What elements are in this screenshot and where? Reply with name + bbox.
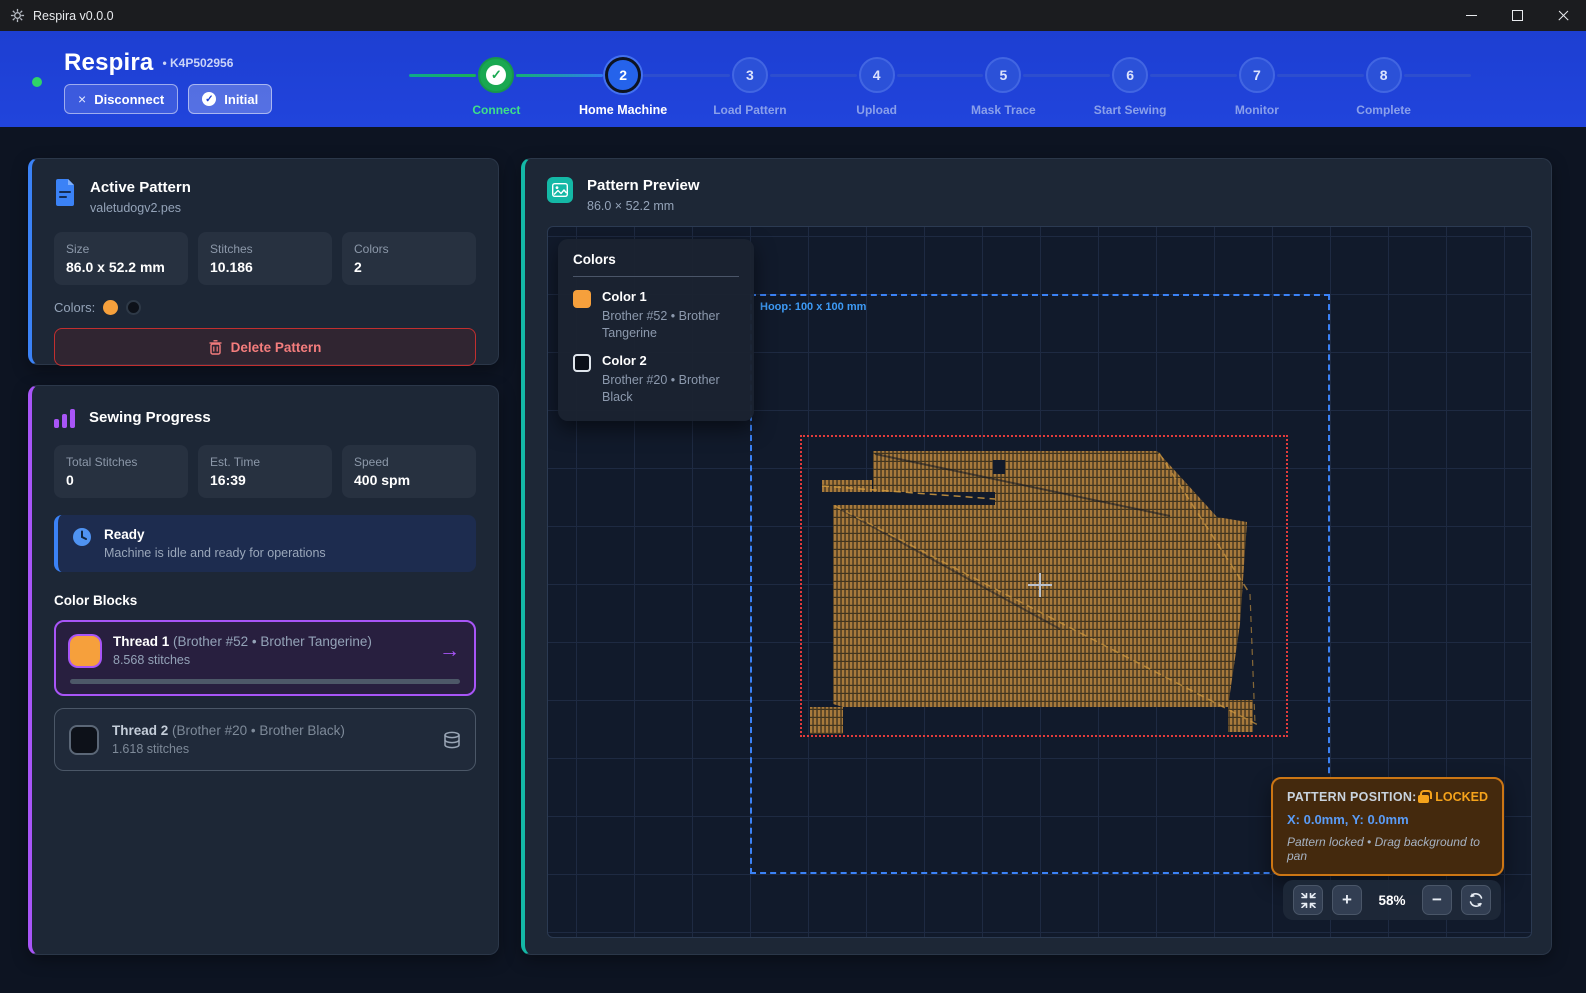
step-mask-trace: 5 Mask Trace bbox=[940, 57, 1067, 117]
stat-est-time: Est. Time 16:39 bbox=[198, 445, 332, 498]
step-start-sewing: 6 Start Sewing bbox=[1067, 57, 1194, 117]
locked-badge: LOCKED bbox=[1435, 790, 1488, 804]
initial-button[interactable]: ✓ Initial bbox=[188, 84, 272, 114]
wizard-stepper: ✓ Connect 2 Home Machine 3 Load Pattern … bbox=[433, 57, 1447, 117]
window-title: Respira v0.0.0 bbox=[33, 9, 114, 23]
legend-color-2: Color 2 Brother #20 • Brother Black bbox=[573, 353, 739, 406]
stat-stitches: Stitches 10.186 bbox=[198, 232, 332, 285]
stat-size: Size 86.0 x 52.2 mm bbox=[54, 232, 188, 285]
colors-label: Colors: bbox=[54, 300, 95, 315]
trash-icon bbox=[209, 340, 222, 355]
legend-swatch-black bbox=[573, 354, 591, 372]
machine-serial: • K4P502956 bbox=[162, 56, 233, 70]
image-icon bbox=[547, 177, 573, 203]
sewing-title: Sewing Progress bbox=[89, 409, 211, 426]
center-crosshair-icon bbox=[1028, 573, 1052, 597]
lock-icon bbox=[1418, 795, 1429, 803]
check-icon: ✓ bbox=[486, 65, 506, 85]
zoom-in-button[interactable]: + bbox=[1332, 885, 1362, 915]
step-load-pattern: 3 Load Pattern bbox=[687, 57, 814, 117]
active-pattern-title: Active Pattern bbox=[90, 179, 191, 196]
thread-1-row[interactable]: Thread 1 (Brother #52 • Brother Tangerin… bbox=[54, 620, 476, 696]
delete-pattern-button[interactable]: Delete Pattern bbox=[54, 328, 476, 366]
app-header: Respira • K4P502956 × Disconnect ✓ Initi… bbox=[0, 31, 1586, 127]
titlebar: Respira v0.0.0 bbox=[0, 0, 1586, 31]
color-dot-orange bbox=[103, 300, 118, 315]
bar-chart-icon bbox=[54, 408, 75, 428]
zoom-out-button[interactable]: − bbox=[1422, 885, 1452, 915]
color-blocks-title: Color Blocks bbox=[54, 593, 476, 608]
zoom-percent: 58% bbox=[1371, 893, 1413, 908]
preview-dims: 86.0 × 52.2 mm bbox=[587, 199, 700, 213]
pattern-position-overlay: PATTERN POSITION: LOCKED X: 0.0mm, Y: 0.… bbox=[1271, 777, 1504, 876]
compress-arrows-icon bbox=[1301, 893, 1316, 908]
file-icon bbox=[54, 179, 76, 206]
status-title: Ready bbox=[104, 527, 326, 542]
close-icon bbox=[1557, 9, 1570, 22]
clock-icon bbox=[72, 527, 92, 547]
legend-swatch-orange bbox=[573, 290, 591, 308]
step-upload: 4 Upload bbox=[813, 57, 940, 117]
pan-hint: Pattern locked • Drag background to pan bbox=[1287, 835, 1488, 863]
thread-1-progress-bar bbox=[70, 679, 460, 684]
preview-title: Pattern Preview bbox=[587, 177, 700, 194]
step-complete: 8 Complete bbox=[1320, 57, 1447, 117]
status-desc: Machine is idle and ready for operations bbox=[104, 546, 326, 560]
brand-name: Respira bbox=[64, 49, 153, 77]
legend-color-1: Color 1 Brother #52 • Brother Tangerine bbox=[573, 289, 739, 342]
thread-2-row[interactable]: Thread 2 (Brother #20 • Brother Black) 1… bbox=[54, 708, 476, 771]
step-home-circle[interactable]: 2 bbox=[605, 57, 641, 93]
step-monitor: 7 Monitor bbox=[1194, 57, 1321, 117]
zoom-toolbar: + 58% − bbox=[1283, 880, 1501, 920]
arrow-right-icon: → bbox=[439, 639, 460, 663]
stat-speed: Speed 400 spm bbox=[342, 445, 476, 498]
thread-1-swatch bbox=[70, 636, 100, 666]
minimize-icon bbox=[1466, 15, 1477, 16]
refresh-icon bbox=[1468, 892, 1484, 908]
color-dot-black bbox=[126, 300, 141, 315]
stat-total-stitches: Total Stitches 0 bbox=[54, 445, 188, 498]
disconnect-x-icon: × bbox=[78, 91, 86, 107]
reset-view-button[interactable] bbox=[1461, 885, 1491, 915]
maximize-button[interactable] bbox=[1494, 0, 1540, 31]
step-home-machine: 2 Home Machine bbox=[560, 57, 687, 117]
colors-legend: Colors Color 1 Brother #52 • Brother Tan… bbox=[558, 239, 754, 421]
close-button[interactable] bbox=[1540, 0, 1586, 31]
step-connect: ✓ Connect bbox=[433, 57, 560, 117]
pattern-preview-card: Pattern Preview 86.0 × 52.2 mm Hoop: 100… bbox=[521, 158, 1552, 955]
thread-2-swatch bbox=[69, 725, 99, 755]
disconnect-button[interactable]: × Disconnect bbox=[64, 84, 178, 114]
minimize-button[interactable] bbox=[1448, 0, 1494, 31]
step-connect-circle[interactable]: ✓ bbox=[478, 57, 514, 93]
pattern-filename: valetudogv2.pes bbox=[90, 201, 191, 215]
pattern-coords: X: 0.0mm, Y: 0.0mm bbox=[1287, 812, 1488, 827]
machine-status-banner: Ready Machine is idle and ready for oper… bbox=[54, 515, 476, 572]
app-icon bbox=[10, 8, 25, 23]
layers-queue-icon bbox=[443, 731, 461, 749]
sewing-progress-card: Sewing Progress Total Stitches 0 Est. Ti… bbox=[28, 385, 499, 955]
maximize-icon bbox=[1512, 10, 1523, 21]
preview-canvas[interactable]: Hoop: 100 x 100 mm bbox=[547, 226, 1532, 938]
stat-colors: Colors 2 bbox=[342, 232, 476, 285]
check-circle-icon: ✓ bbox=[202, 92, 216, 106]
connection-status-dot bbox=[32, 77, 42, 87]
fit-view-button[interactable] bbox=[1293, 885, 1323, 915]
active-pattern-card: Active Pattern valetudogv2.pes Size 86.0… bbox=[28, 158, 499, 365]
